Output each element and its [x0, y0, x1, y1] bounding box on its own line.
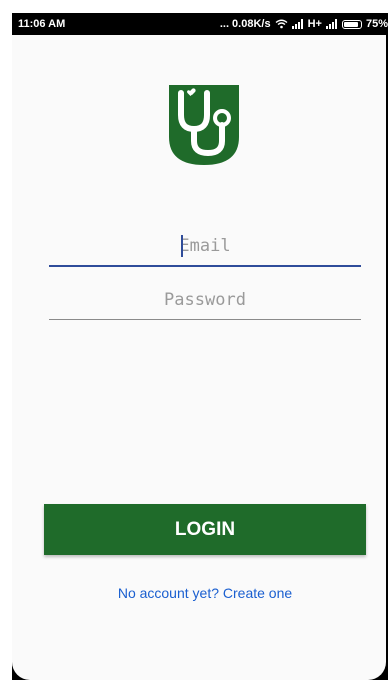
status-bar: 11:06 AM ... 0.08K/s H+ 75%: [12, 13, 388, 35]
email-input[interactable]: [49, 227, 361, 267]
network-speed: ... 0.08K/s: [219, 18, 271, 30]
password-input[interactable]: [49, 280, 361, 320]
login-screen: LOGIN No account yet? Create one: [12, 35, 386, 680]
login-button[interactable]: LOGIN: [44, 504, 366, 555]
battery-icon: [341, 19, 362, 29]
stethoscope-logo-icon: [169, 85, 239, 165]
create-account-link[interactable]: No account yet? Create one: [12, 585, 388, 601]
signal-icon: [325, 19, 337, 29]
frame-top: [0, 0, 388, 13]
status-time: 11:06 AM: [18, 18, 66, 30]
status-indicators: ... 0.08K/s H+ 75%: [220, 18, 388, 30]
device-frame: 11:06 AM ... 0.08K/s H+ 75% Email LOGIN …: [0, 0, 388, 695]
text-cursor: [181, 235, 183, 257]
network-type: H+: [307, 18, 322, 30]
battery-level: 75%: [365, 18, 388, 30]
signal-icon: [291, 19, 303, 29]
wifi-icon: [275, 19, 288, 29]
frame-bottom: [0, 680, 388, 695]
frame-left: [0, 0, 12, 680]
